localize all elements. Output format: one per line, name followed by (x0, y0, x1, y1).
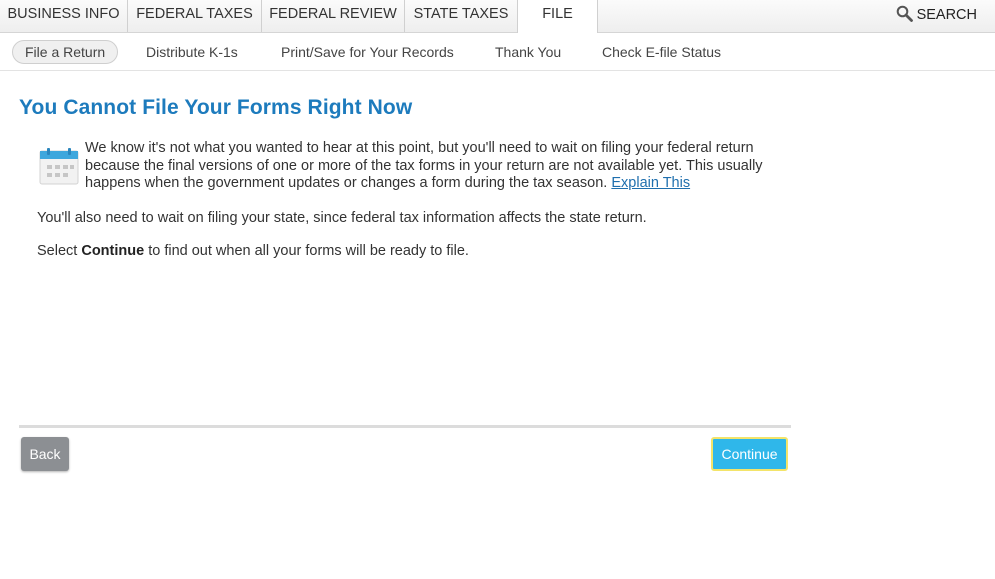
tab-state-taxes[interactable]: STATE TAXES (405, 0, 518, 32)
search-button[interactable]: SEARCH (896, 0, 977, 32)
calendar-icon (39, 148, 79, 185)
explain-this-link[interactable]: Explain This (611, 175, 690, 191)
tab-file[interactable]: FILE (517, 0, 598, 33)
subtab-thank-you[interactable]: Thank You (495, 41, 561, 63)
continue-instruction-keyword: Continue (81, 243, 145, 259)
page-title: You Cannot File Your Forms Right Now (19, 96, 413, 119)
tab-business-info[interactable]: BUSINESS INFO (0, 0, 128, 32)
continue-instruction-suffix: to find out when all your forms will be … (144, 243, 469, 259)
search-label: SEARCH (916, 7, 977, 23)
tab-federal-review[interactable]: FEDERAL REVIEW (262, 0, 405, 32)
top-navigation: BUSINESS INFO FEDERAL TAXES FEDERAL REVI… (0, 0, 995, 33)
continue-instruction: Select Continue to find out when all you… (37, 243, 469, 259)
subtab-check-efile-status[interactable]: Check E-file Status (602, 41, 721, 63)
subtab-file-a-return[interactable]: File a Return (12, 40, 119, 64)
state-note: You'll also need to wait on filing your … (37, 210, 647, 226)
sub-navigation: File a Return Distribute K-1s Print/Save… (0, 33, 995, 71)
footer-divider (19, 425, 791, 428)
search-icon (896, 5, 913, 22)
tab-federal-taxes[interactable]: FEDERAL TAXES (128, 0, 262, 32)
continue-instruction-prefix: Select (37, 243, 82, 259)
back-button[interactable]: Back (21, 437, 69, 471)
info-message: We know it's not what you wanted to hear… (85, 140, 795, 193)
continue-button[interactable]: Continue (711, 437, 788, 471)
subtab-print-save[interactable]: Print/Save for Your Records (281, 41, 454, 63)
subtab-distribute-k1s[interactable]: Distribute K-1s (146, 41, 238, 63)
